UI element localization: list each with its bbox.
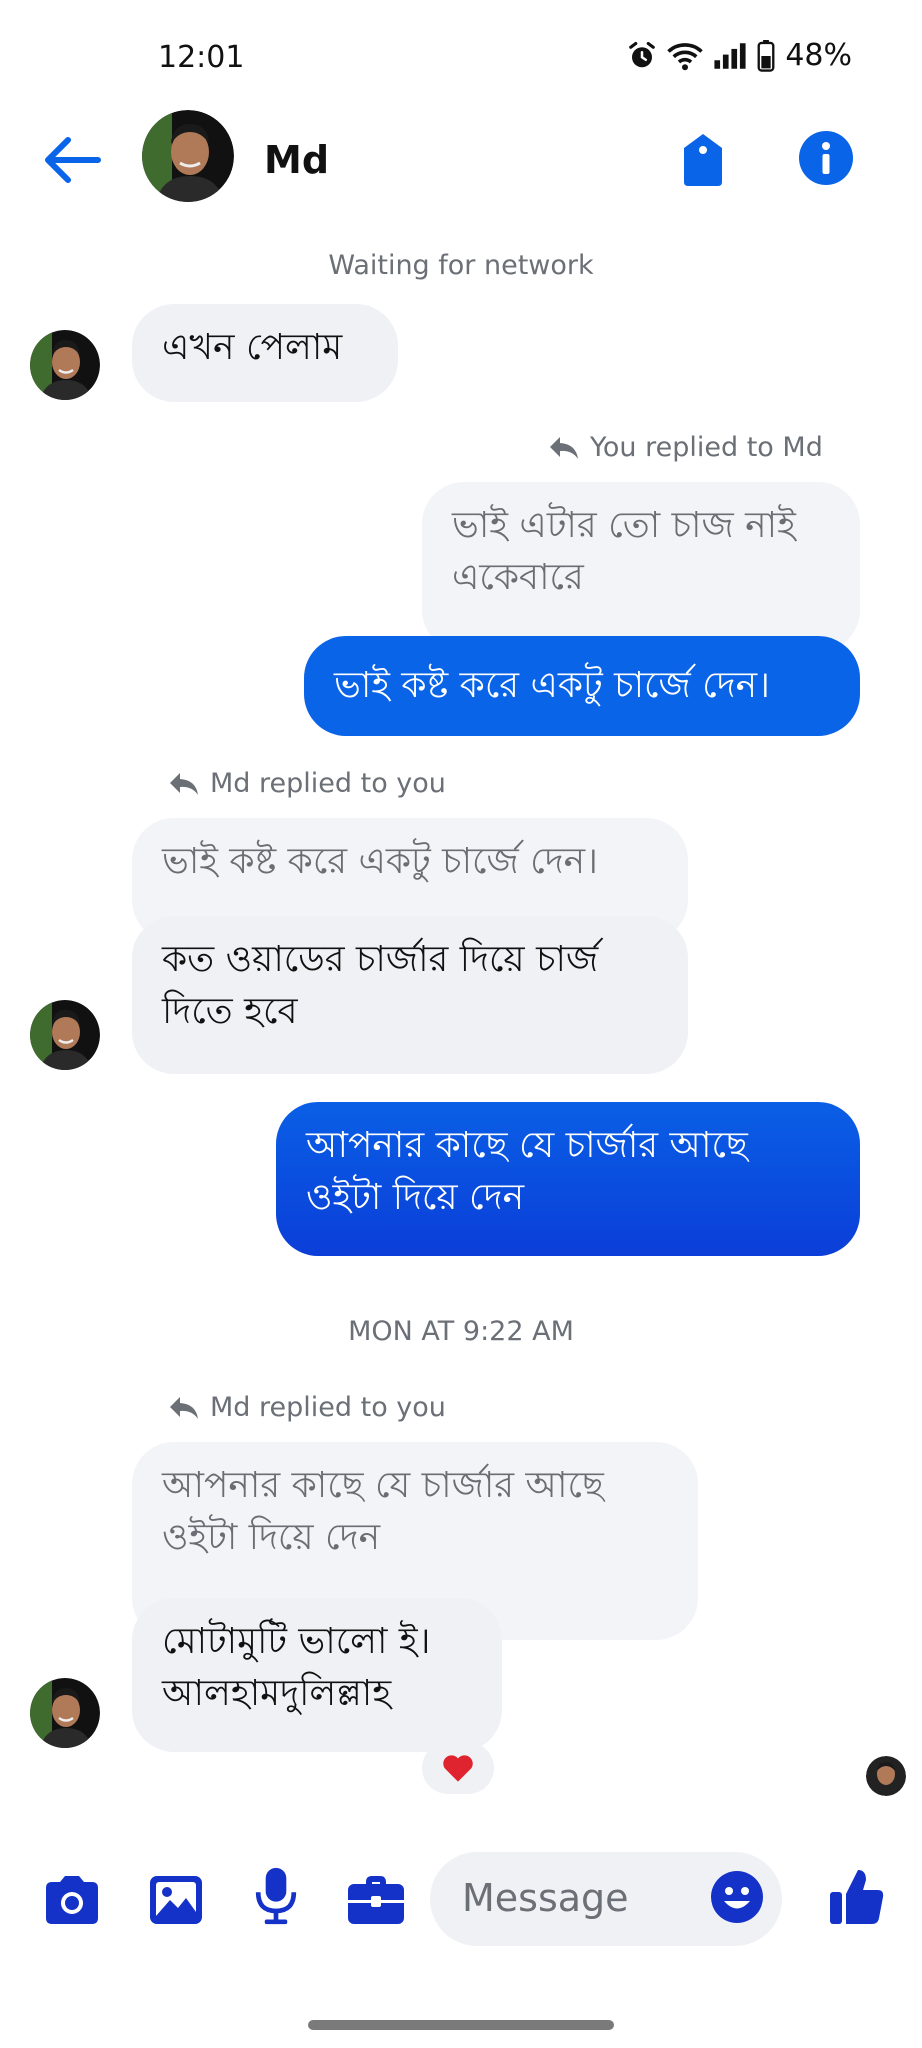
reply-arrow-icon (550, 436, 578, 459)
image-icon[interactable] (146, 1870, 206, 1930)
message-incoming[interactable]: কত ওয়াডের চার্জার দিয়ে চার্জ দিতে হবে (132, 916, 688, 1074)
reply-indicator: Md replied to you (168, 1392, 446, 1423)
signal-icon (714, 42, 746, 69)
wifi-icon (667, 42, 704, 70)
reply-label: Md replied to you (210, 768, 446, 799)
message-outgoing[interactable]: ভাই কষ্ট করে একটু চার্জে দেন। (304, 636, 860, 736)
emoji-icon[interactable] (710, 1870, 764, 1924)
tag-icon[interactable] (680, 132, 726, 188)
reply-indicator: You replied to Md (548, 432, 823, 463)
reply-label: You replied to Md (590, 432, 823, 463)
contact-avatar-small[interactable] (30, 330, 100, 400)
message-outgoing[interactable]: আপনার কাছে যে চার্জার আছে ওইটা দিয়ে দেন (276, 1102, 860, 1256)
status-icons: 48% (627, 38, 852, 73)
heart-icon (443, 1755, 473, 1782)
contact-avatar-small[interactable] (30, 1678, 100, 1748)
reply-arrow-icon (170, 1396, 198, 1419)
battery-percent: 48% (785, 38, 852, 73)
message-incoming[interactable]: মোটামুটি ভালো ই। আলহামদুলিল্লাহ (132, 1598, 502, 1752)
briefcase-icon[interactable] (346, 1870, 406, 1930)
contact-avatar-small[interactable] (30, 1000, 100, 1070)
heart-reaction[interactable] (422, 1742, 494, 1794)
battery-icon (757, 39, 775, 72)
read-receipt-avatar (866, 1756, 906, 1796)
arrow-left-icon[interactable] (40, 132, 102, 188)
quoted-message[interactable]: ভাই এটার তো চাজ নাই একেবারে (422, 482, 860, 652)
timestamp: MON AT 9:22 AM (348, 1316, 574, 1347)
home-indicator (308, 2020, 614, 2030)
message-incoming[interactable]: এখন পেলাম (132, 304, 398, 402)
network-notice: Waiting for network (328, 250, 594, 281)
reply-label: Md replied to you (210, 1392, 446, 1423)
thumbs-up-icon[interactable] (828, 1866, 886, 1926)
camera-icon[interactable] (42, 1870, 102, 1930)
info-icon[interactable] (798, 130, 854, 186)
microphone-icon[interactable] (246, 1866, 306, 1926)
contact-avatar[interactable] (142, 110, 234, 202)
status-time: 12:01 (158, 40, 245, 75)
reply-indicator: Md replied to you (168, 768, 446, 799)
alarm-icon (629, 41, 656, 67)
message-placeholder[interactable]: Message (462, 1876, 629, 1920)
reply-arrow-icon (170, 772, 198, 795)
contact-name[interactable]: Md (264, 138, 329, 182)
